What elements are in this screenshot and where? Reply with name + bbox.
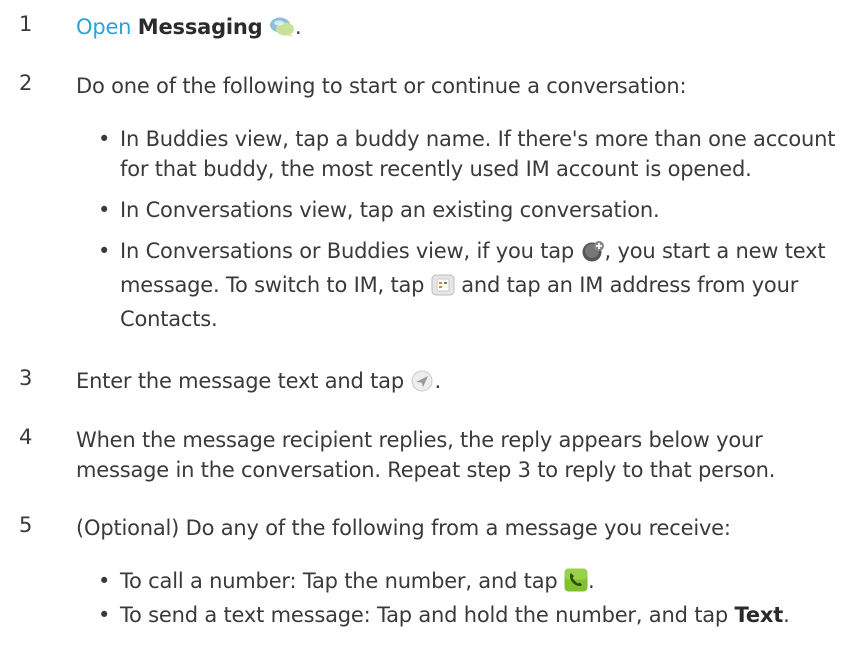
step-number: 5 <box>19 513 33 537</box>
contacts-icon <box>431 274 455 304</box>
step-number: 3 <box>19 366 33 390</box>
step-5-bullets: To call a number: Tap the number, and ta… <box>98 566 790 630</box>
step-number: 1 <box>19 12 33 36</box>
step-text: (Optional) Do any of the following from … <box>76 516 731 540</box>
step-number: 4 <box>19 425 33 449</box>
list-item: In Conversations view, tap an existing c… <box>98 195 835 225</box>
step-text: Open Messaging . <box>76 12 302 46</box>
step-number: 2 <box>19 71 33 95</box>
messaging-icon <box>269 16 295 46</box>
send-icon <box>410 370 434 400</box>
new-message-icon <box>581 240 605 270</box>
step-text: Do one of the following to start or cont… <box>76 74 687 98</box>
list-item: In Conversations or Buddies view, if you… <box>98 236 835 334</box>
messaging-app-name: Messaging <box>137 15 263 39</box>
list-item: To send a text message: Tap and hold the… <box>98 600 790 630</box>
phone-icon <box>564 568 588 600</box>
open-link[interactable]: Open <box>76 15 131 39</box>
instructions-page: 1 Open Messaging . 2 Do one of the follo… <box>0 0 856 667</box>
step-text: Enter the message text and tap . <box>76 366 441 400</box>
text-option: Text <box>734 603 784 627</box>
step-text: When the message recipient replies, the … <box>76 428 776 482</box>
list-item: In Buddies view, tap a buddy name. If th… <box>98 124 835 184</box>
step-2-bullets: In Buddies view, tap a buddy name. If th… <box>98 124 835 334</box>
list-item: To call a number: Tap the number, and ta… <box>98 566 790 600</box>
